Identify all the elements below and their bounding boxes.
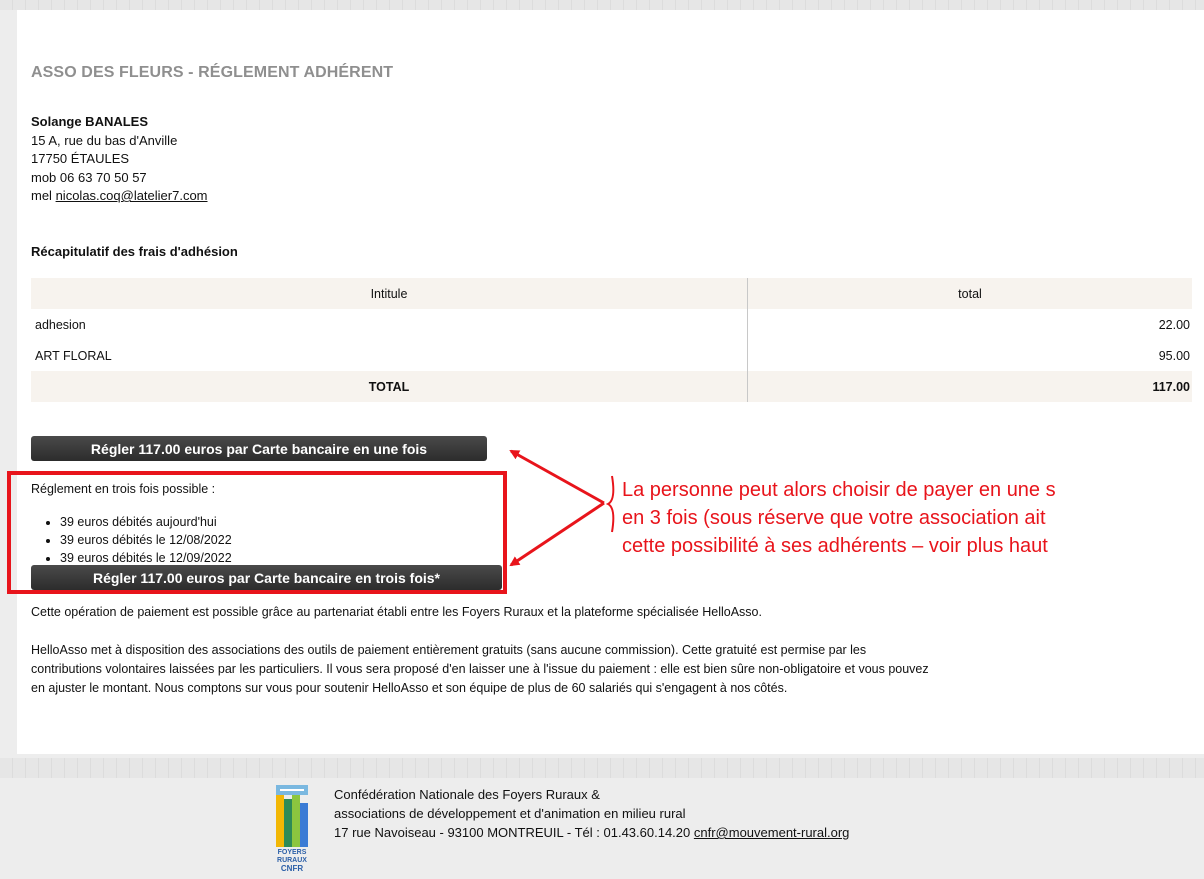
top-stripe <box>0 0 1204 10</box>
mobile-number: mob 06 63 70 50 57 <box>31 169 147 185</box>
footer-line-1: Confédération Nationale des Foyers Rurau… <box>334 787 600 802</box>
table-header-row: Intitule total <box>31 278 1192 309</box>
email-prefix: mel <box>31 188 52 203</box>
contact-block: Solange BANALES 15 A, rue du bas d'Anvil… <box>31 113 208 206</box>
info-paragraph-2-line-3: en ajuster le montant. Nous comptons sur… <box>31 681 788 695</box>
annotation-line-2: en 3 fois (sous réserve que votre associ… <box>622 507 1046 529</box>
page-title: ASSO DES FLEURS - RÉGLEMENT ADHÉRENT <box>31 64 394 81</box>
address-line-1: 15 A, rue du bas d'Anville <box>31 132 178 148</box>
total-label: TOTAL <box>31 371 748 402</box>
footer-email-link[interactable]: cnfr@mouvement-rural.org <box>694 825 850 840</box>
pay-three-times-button[interactable]: Régler 117.00 euros par Carte bancaire e… <box>31 565 502 590</box>
column-header-total: total <box>747 278 1192 309</box>
table-row: ART FLORAL 95.00 <box>31 340 1192 371</box>
total-value: 117.00 <box>747 371 1192 402</box>
logo-text-3: CNFR <box>280 864 304 873</box>
footer-line-2: associations de développement et d'anima… <box>334 806 686 821</box>
row-label: ART FLORAL <box>31 340 748 371</box>
info-paragraph-2-line-2: contributions volontaires laissées par l… <box>31 662 929 676</box>
bottom-stripe <box>0 758 1204 778</box>
column-header-intitule: Intitule <box>31 278 748 309</box>
row-label: adhesion <box>31 309 748 340</box>
row-total: 22.00 <box>1158 317 1190 332</box>
list-item: 39 euros débités aujourd'hui <box>60 513 232 531</box>
cnfr-logo: FOYERS RURAUX CNFR <box>274 785 310 879</box>
installments-title: Réglement en trois fois possible : <box>31 482 216 496</box>
annotation-line-3: cette possibilité à ses adhérents – voir… <box>622 535 1048 557</box>
member-name: Solange BANALES <box>31 114 149 129</box>
email-link[interactable]: nicolas.coq@latelier7.com <box>56 188 208 203</box>
installments-list: 39 euros débités aujourd'hui 39 euros dé… <box>31 513 232 567</box>
foyers-ruraux-logo-icon <box>276 785 308 847</box>
footer-address: 17 rue Navoiseau - 93100 MONTREUIL - Tél… <box>334 825 691 840</box>
fees-table: Intitule total adhesion 22.00 ART FLORAL… <box>31 278 1192 402</box>
logo-text-1: FOYERS <box>277 849 307 856</box>
annotation-text: La personne peut alors choisir de payer … <box>622 476 1056 560</box>
info-paragraph-1: Cette opération de paiement est possible… <box>31 605 762 619</box>
table-row: adhesion 22.00 <box>31 309 1192 340</box>
recap-title: Récapitulatif des frais d'adhésion <box>31 244 238 259</box>
address-line-2: 17750 ÉTAULES <box>31 151 130 166</box>
installments-block: Réglement en trois fois possible : 39 eu… <box>31 482 232 567</box>
logo-text-2: RURAUX <box>277 857 307 864</box>
footer-block: Confédération Nationale des Foyers Rurau… <box>334 785 849 842</box>
footer-line-3: 17 rue Navoiseau - 93100 MONTREUIL - Tél… <box>334 823 849 842</box>
email-row: mel nicolas.coq@latelier7.com <box>31 187 208 206</box>
pay-once-button[interactable]: Régler 117.00 euros par Carte bancaire e… <box>31 436 487 461</box>
list-item: 39 euros débités le 12/08/2022 <box>60 531 232 549</box>
annotation-line-1: La personne peut alors choisir de payer … <box>622 479 1056 501</box>
row-total: 95.00 <box>1158 348 1190 363</box>
info-paragraph-2-line-1: HelloAsso met à disposition des associat… <box>31 643 867 657</box>
total-row: TOTAL 117.00 <box>31 371 1192 402</box>
info-paragraph-2: HelloAsso met à disposition des associat… <box>31 641 1191 698</box>
